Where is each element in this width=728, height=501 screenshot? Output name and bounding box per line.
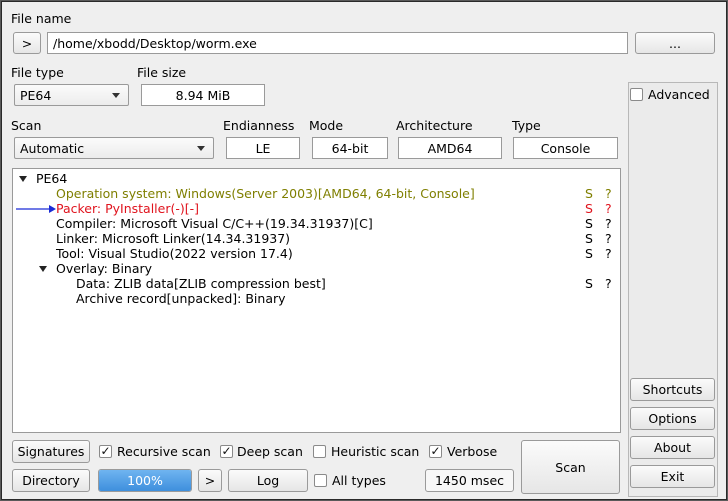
side-panel (628, 82, 718, 497)
mode-field: 64-bit (312, 137, 388, 159)
signature-flag[interactable]: S (585, 231, 593, 246)
expand-arrow-icon[interactable] (39, 266, 47, 272)
tree-row[interactable]: Compiler: Microsoft Visual C/C++(19.34.3… (13, 216, 620, 231)
deep-scan-checkbox[interactable]: ✓ (220, 445, 233, 458)
about-button[interactable]: About (630, 436, 715, 459)
recursive-scan-checkbox[interactable]: ✓ (99, 445, 112, 458)
scan-mode-value: Automatic (20, 140, 85, 156)
options-button[interactable]: Options (630, 407, 715, 430)
file-size-label: File size (137, 65, 187, 80)
tree-row[interactable]: Operation system: Windows(Server 2003)[A… (13, 186, 620, 201)
verbose-checkbox[interactable]: ✓ (429, 445, 442, 458)
browse-button[interactable]: ... (635, 32, 715, 54)
verbose-label: Verbose (447, 444, 498, 459)
architecture-field: AMD64 (398, 137, 502, 159)
tree-row[interactable]: Data: ZLIB data[ZLIB compression best] S… (13, 276, 620, 291)
detection-text: Operation system: Windows(Server 2003)[A… (56, 186, 475, 201)
advanced-checkbox[interactable] (630, 88, 643, 101)
progress-text: 100% (127, 473, 163, 488)
info-flag[interactable]: ? (605, 186, 612, 201)
tree-row-root[interactable]: PE64 (13, 171, 620, 186)
deep-scan-label: Deep scan (237, 444, 303, 459)
shortcuts-button[interactable]: Shortcuts (630, 378, 715, 401)
open-file-button[interactable]: > (13, 32, 41, 54)
endianness-field: LE (226, 137, 300, 159)
detection-text: Compiler: Microsoft Visual C/C++(19.34.3… (56, 216, 373, 231)
all-types-checkbox[interactable] (314, 474, 327, 487)
type-label: Type (512, 118, 541, 133)
scan-button[interactable]: Scan (521, 440, 620, 494)
signature-flag[interactable]: S (585, 186, 593, 201)
info-flag[interactable]: ? (605, 201, 612, 216)
detection-text: Archive record[unpacked]: Binary (76, 291, 286, 306)
die-main-window: File name > /home/xbodd/Desktop/worm.exe… (1, 1, 727, 500)
all-types-label: All types (332, 473, 386, 488)
elapsed-time-field: 1450 msec (425, 469, 514, 492)
info-flag[interactable]: ? (605, 231, 612, 246)
signature-flag[interactable]: S (585, 216, 593, 231)
scan-label: Scan (11, 118, 42, 133)
tree-row[interactable]: Packer: PyInstaller(-)[-] S ? (13, 201, 620, 216)
file-type-label: File type (11, 65, 64, 80)
heuristic-scan-checkbox[interactable] (313, 445, 326, 458)
overlay-label: Overlay: Binary (56, 261, 153, 276)
signature-flag[interactable]: S (585, 201, 593, 216)
tree-row[interactable]: Linker: Microsoft Linker(14.34.31937) S … (13, 231, 620, 246)
architecture-label: Architecture (396, 118, 473, 133)
file-name-label: File name (11, 11, 72, 26)
chevron-down-icon (197, 146, 205, 151)
mode-label: Mode (309, 118, 344, 133)
chevron-down-icon (112, 93, 120, 98)
scan-mode-select[interactable]: Automatic (14, 137, 214, 159)
tree-row-overlay[interactable]: Overlay: Binary (13, 261, 620, 276)
info-flag[interactable]: ? (605, 216, 612, 231)
detection-text: Linker: Microsoft Linker(14.34.31937) (56, 231, 291, 246)
recursive-scan-label: Recursive scan (117, 444, 211, 459)
file-size-field: 8.94 MiB (141, 84, 265, 106)
detection-text: Tool: Visual Studio(2022 version 17.4) (56, 246, 293, 261)
arrow-right-icon (16, 205, 56, 213)
directory-button[interactable]: Directory (12, 469, 90, 492)
signature-flag[interactable]: S (585, 276, 593, 291)
results-tree[interactable]: PE64 Operation system: Windows(Server 20… (12, 168, 621, 433)
tree-root-label: PE64 (36, 171, 68, 186)
signature-flag[interactable]: S (585, 246, 593, 261)
type-field: Console (513, 137, 618, 159)
log-button[interactable]: Log (228, 469, 308, 492)
advanced-label: Advanced (648, 87, 710, 102)
endianness-label: Endianness (223, 118, 295, 133)
heuristic-scan-label: Heuristic scan (331, 444, 420, 459)
expand-arrow-icon[interactable] (19, 176, 27, 182)
exit-button[interactable]: Exit (630, 465, 715, 488)
progress-bar: 100% (98, 469, 192, 492)
detection-text: Packer: PyInstaller(-)[-] (56, 201, 200, 216)
file-type-select[interactable]: PE64 (14, 84, 129, 106)
tree-row[interactable]: Archive record[unpacked]: Binary (13, 291, 620, 306)
info-flag[interactable]: ? (605, 276, 612, 291)
file-type-value: PE64 (20, 87, 52, 103)
file-path-input[interactable]: /home/xbodd/Desktop/worm.exe (47, 32, 628, 54)
info-flag[interactable]: ? (605, 246, 612, 261)
signatures-button[interactable]: Signatures (12, 440, 90, 463)
detection-text: Data: ZLIB data[ZLIB compression best] (76, 276, 326, 291)
tree-row[interactable]: Tool: Visual Studio(2022 version 17.4) S… (13, 246, 620, 261)
next-button[interactable]: > (198, 469, 222, 492)
